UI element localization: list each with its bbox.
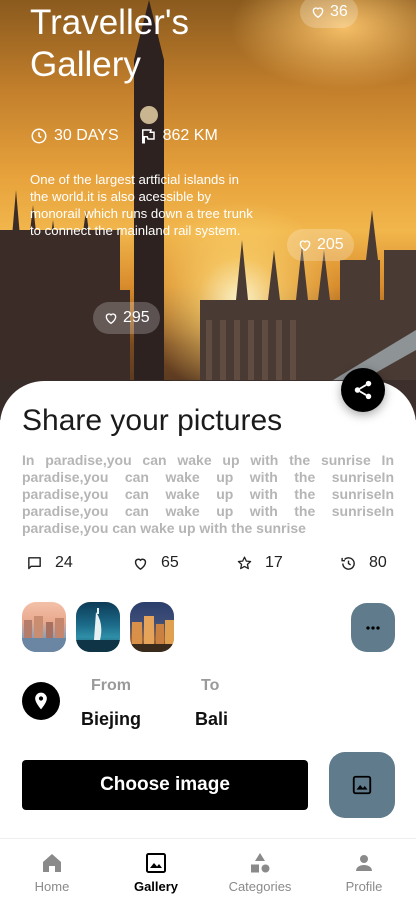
history-count: 80 [369,554,387,571]
share-button[interactable] [341,368,385,412]
share-icon [354,380,372,400]
likes-metric[interactable]: 65 [132,554,179,572]
sheet-title: Share your pictures [22,404,283,437]
to-value: Bali [195,709,229,729]
metrics-row: 24 65 17 80 [26,554,390,576]
clock-face [140,106,158,124]
thumbnail-dubai[interactable] [76,602,120,652]
from-value: Biejing [81,709,142,729]
image-icon [146,853,166,873]
history-metric[interactable]: 80 [340,554,387,572]
nav-label: Gallery [133,879,179,894]
location-button[interactable] [22,682,60,720]
days-value: 30 DAYS [54,127,119,144]
hero-title: Traveller's Gallery [30,3,190,84]
like-count: 205 [317,236,344,253]
comment-icon [28,556,41,569]
stars-count: 17 [265,554,283,571]
heart-outline-icon [312,7,324,19]
nav-item-profile[interactable]: Profile [319,851,409,894]
profile-icon [356,855,372,871]
like-pill-left[interactable]: 295 [93,302,160,334]
distance-value: 862 KM [162,127,218,144]
image-button[interactable] [329,752,395,818]
like-count: 36 [330,3,348,20]
home-icon [43,854,61,872]
clock-icon [31,128,47,144]
choose-image-button[interactable]: Choose image [22,760,308,810]
city-photo [130,616,174,652]
comments-count: 24 [55,554,73,571]
distance-stat: 862 KM [139,127,218,145]
nav-label: Home [34,879,70,894]
heart-outline-icon [299,240,311,252]
like-pill-top[interactable]: 36 [300,0,358,28]
venice-photo [22,616,66,652]
bottom-navigation: Home Gallery Categories Profile [0,838,416,900]
flag-icon [141,129,155,144]
categories-icon [251,853,270,873]
from-label: From [91,677,131,694]
thumbnail-list [22,602,174,652]
thumbnail-venice[interactable] [22,602,66,652]
hero-banner: Traveller's Gallery 36 30 DAYS 862 KM On… [0,0,416,420]
like-pill-right[interactable]: 205 [287,229,354,261]
nav-label: Profile [345,879,383,894]
to-label: To [201,677,220,694]
hero-stats: 30 DAYS 862 KM [30,127,218,145]
history-icon [341,556,355,570]
thumbnail-city[interactable] [130,602,174,652]
nav-item-home[interactable]: Home [7,851,97,894]
like-count: 295 [123,309,150,326]
hero-description: One of the largest artficial islands in … [30,172,253,238]
more-button[interactable] [351,603,395,652]
nav-item-categories[interactable]: Categories [215,851,305,894]
comments-metric[interactable]: 24 [26,554,73,572]
heart-outline-icon [105,313,117,325]
heart-outline-icon [134,558,147,570]
star-outline-icon [237,555,252,569]
dubai-photo [76,608,120,652]
location-pin-icon [35,692,47,710]
sheet-description: In paradise,you can wake up with the sun… [22,452,394,536]
more-horizontal-icon [366,625,380,630]
nav-label: Categories [228,879,292,894]
days-stat: 30 DAYS [30,127,119,145]
likes-count: 65 [161,554,179,571]
image-icon [352,775,372,795]
stars-metric[interactable]: 17 [236,554,283,572]
nav-item-gallery[interactable]: Gallery [111,851,201,894]
